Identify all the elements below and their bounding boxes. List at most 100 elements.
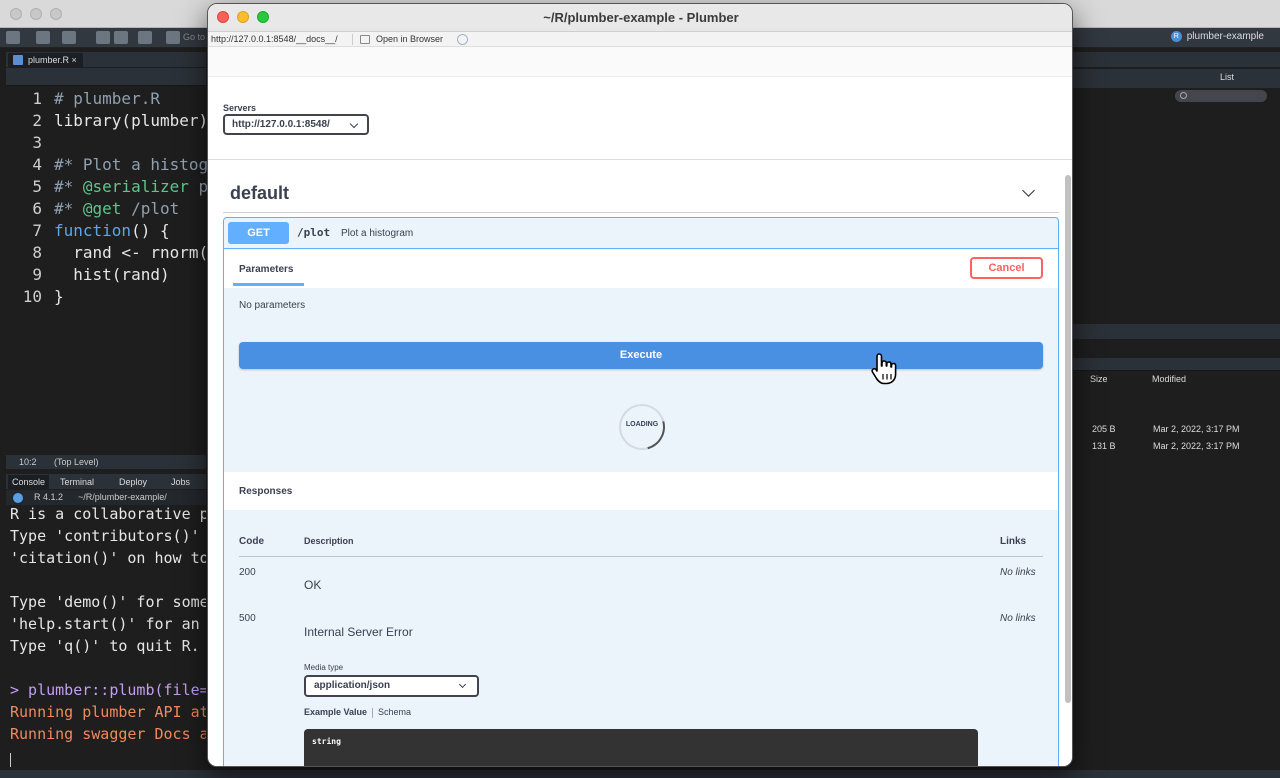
- new-file-icon[interactable]: [6, 31, 20, 44]
- r-logo-icon: [13, 493, 23, 503]
- bottom-strip: [0, 770, 1280, 778]
- minimize-dot[interactable]: [30, 8, 42, 20]
- servers-select[interactable]: http://127.0.0.1:8548/: [223, 114, 369, 135]
- project-menu[interactable]: R plumber-example: [1170, 31, 1264, 42]
- list-view-toggle[interactable]: List: [1220, 72, 1234, 82]
- files-toolbar: [1073, 358, 1280, 371]
- tab-terminal[interactable]: Terminal: [56, 475, 98, 489]
- tab-example-value[interactable]: Example Value: [304, 707, 367, 717]
- code-line[interactable]: 9 hist(rand): [6, 264, 170, 286]
- hand-cursor-icon: [871, 353, 897, 385]
- server-value: http://127.0.0.1:8548/: [232, 119, 330, 130]
- code-token: () {: [131, 221, 170, 240]
- code-line[interactable]: 8 rand <- rnorm(1: [6, 242, 217, 264]
- code-token: # plumber.R: [54, 89, 160, 108]
- line-number: 6: [32, 199, 42, 218]
- loading-text: LOADING: [625, 421, 659, 428]
- code-token: hist(rand): [54, 265, 170, 284]
- close-dot[interactable]: [10, 8, 22, 20]
- code-token: @get: [82, 199, 122, 218]
- operation-summary-text: Plot a histogram: [341, 228, 414, 239]
- code-line[interactable]: 5 #* @serializer pn: [6, 176, 217, 198]
- plumber-titlebar: ~/R/plumber-example - Plumber: [208, 4, 1072, 32]
- col-size[interactable]: Size: [1090, 374, 1108, 384]
- save-icon[interactable]: [96, 31, 110, 44]
- scrollbar[interactable]: [1065, 175, 1071, 703]
- execute-button[interactable]: Execute: [239, 342, 1043, 369]
- col-modified[interactable]: Modified: [1152, 374, 1186, 384]
- print-icon[interactable]: [138, 31, 152, 44]
- line-number: 9: [32, 265, 42, 284]
- scope-indicator[interactable]: (Top Level): [54, 455, 99, 469]
- r-project-icon: R: [1170, 31, 1182, 42]
- open-file-icon[interactable]: [62, 31, 76, 44]
- file-modified: Mar 2, 2022, 3:17 PM: [1153, 424, 1240, 434]
- cancel-button[interactable]: Cancel: [970, 257, 1043, 279]
- response-links: No links: [1000, 567, 1036, 578]
- files-header: [1073, 324, 1280, 339]
- line-number: 7: [32, 221, 42, 240]
- col-links: Links: [1000, 536, 1027, 547]
- refresh-icon[interactable]: [457, 34, 468, 45]
- tab-console[interactable]: Console: [8, 475, 50, 489]
- goto-arrow-icon[interactable]: [166, 31, 180, 44]
- file-size: 131 B: [1092, 441, 1116, 451]
- console-path-bar: R 4.1.2 ~/R/plumber-example/: [6, 490, 206, 505]
- parameters-header: Parameters Cancel: [224, 250, 1058, 288]
- tab-schema[interactable]: Schema: [378, 707, 411, 717]
- tab-parameters[interactable]: Parameters: [239, 264, 293, 275]
- goto-input[interactable]: Go to: [183, 32, 205, 42]
- code-line[interactable]: 1 # plumber.R: [6, 88, 160, 110]
- env-toolbar: List: [1073, 69, 1280, 88]
- console-line: 'citation()' on how to: [10, 549, 206, 567]
- example-value: string: [312, 737, 341, 746]
- console-line: Type 'contributors()': [10, 527, 200, 545]
- tab-plumber-r[interactable]: plumber.R ×: [8, 53, 83, 67]
- tag-title[interactable]: default: [230, 183, 289, 204]
- cursor-position: 10:2: [19, 457, 37, 467]
- code-line[interactable]: 7 function() {: [6, 220, 170, 242]
- plumber-window: ~/R/plumber-example - Plumber http://127…: [207, 3, 1073, 767]
- console-output[interactable]: R is a collaborative p Type 'contributors…: [6, 505, 206, 770]
- divider: [223, 212, 1059, 213]
- env-search-input[interactable]: [1175, 90, 1267, 102]
- file-size: 205 B: [1092, 424, 1116, 434]
- col-code: Code: [239, 536, 264, 547]
- code-line[interactable]: 10}: [6, 286, 64, 308]
- media-type-select[interactable]: application/json: [304, 675, 479, 697]
- code-line[interactable]: 2 library(plumber): [6, 110, 208, 132]
- save-all-icon[interactable]: [114, 31, 128, 44]
- open-in-browser-button[interactable]: Open in Browser: [376, 34, 443, 44]
- method-badge: GET: [228, 222, 289, 244]
- example-code-block: string: [304, 729, 978, 766]
- chevron-down-icon[interactable]: [1022, 184, 1035, 197]
- console-tabs: Console Terminal Deploy Jobs: [6, 474, 206, 489]
- window-title: ~/R/plumber-example - Plumber: [543, 10, 739, 25]
- operation-block: GET /plot Plot a histogram Parameters Ca…: [223, 217, 1059, 766]
- no-parameters-text: No parameters: [239, 300, 306, 311]
- code-line[interactable]: 3: [6, 132, 54, 154]
- console-line: > plumber::plumb(file=: [10, 681, 206, 699]
- tab-deploy[interactable]: Deploy: [115, 475, 151, 489]
- console-line: Running plumber API at: [10, 703, 206, 721]
- response-code: 200: [239, 567, 256, 578]
- zoom-dot[interactable]: [50, 8, 62, 20]
- operation-summary[interactable]: GET /plot Plot a histogram: [224, 218, 1058, 249]
- console-line: Type 'q()' to quit R.: [10, 637, 200, 655]
- code-line[interactable]: 6 #* @get /plot: [6, 198, 179, 220]
- env-header: [1073, 52, 1280, 67]
- line-number: 5: [32, 177, 42, 196]
- response-code: 500: [239, 613, 256, 624]
- source-statusbar: 10:2 (Top Level): [6, 455, 206, 469]
- code-token: #*: [54, 177, 83, 196]
- code-line[interactable]: 4 #* Plot a histogr: [6, 154, 217, 176]
- rstudio-window-controls: [10, 8, 62, 20]
- working-directory[interactable]: ~/R/plumber-example/: [78, 490, 167, 505]
- line-number: 10: [22, 287, 42, 306]
- tab-jobs[interactable]: Jobs: [167, 475, 194, 489]
- new-project-icon[interactable]: [36, 31, 50, 44]
- swagger-ui: Servers http://127.0.0.1:8548/ default G…: [208, 47, 1072, 766]
- code-token: #*: [54, 199, 83, 218]
- address-url[interactable]: http://127.0.0.1:8548/__docs__/: [211, 34, 338, 44]
- code-editor[interactable]: 1 # plumber.R 2 library(plumber) 3 4 #* Plot a…: [6, 86, 218, 454]
